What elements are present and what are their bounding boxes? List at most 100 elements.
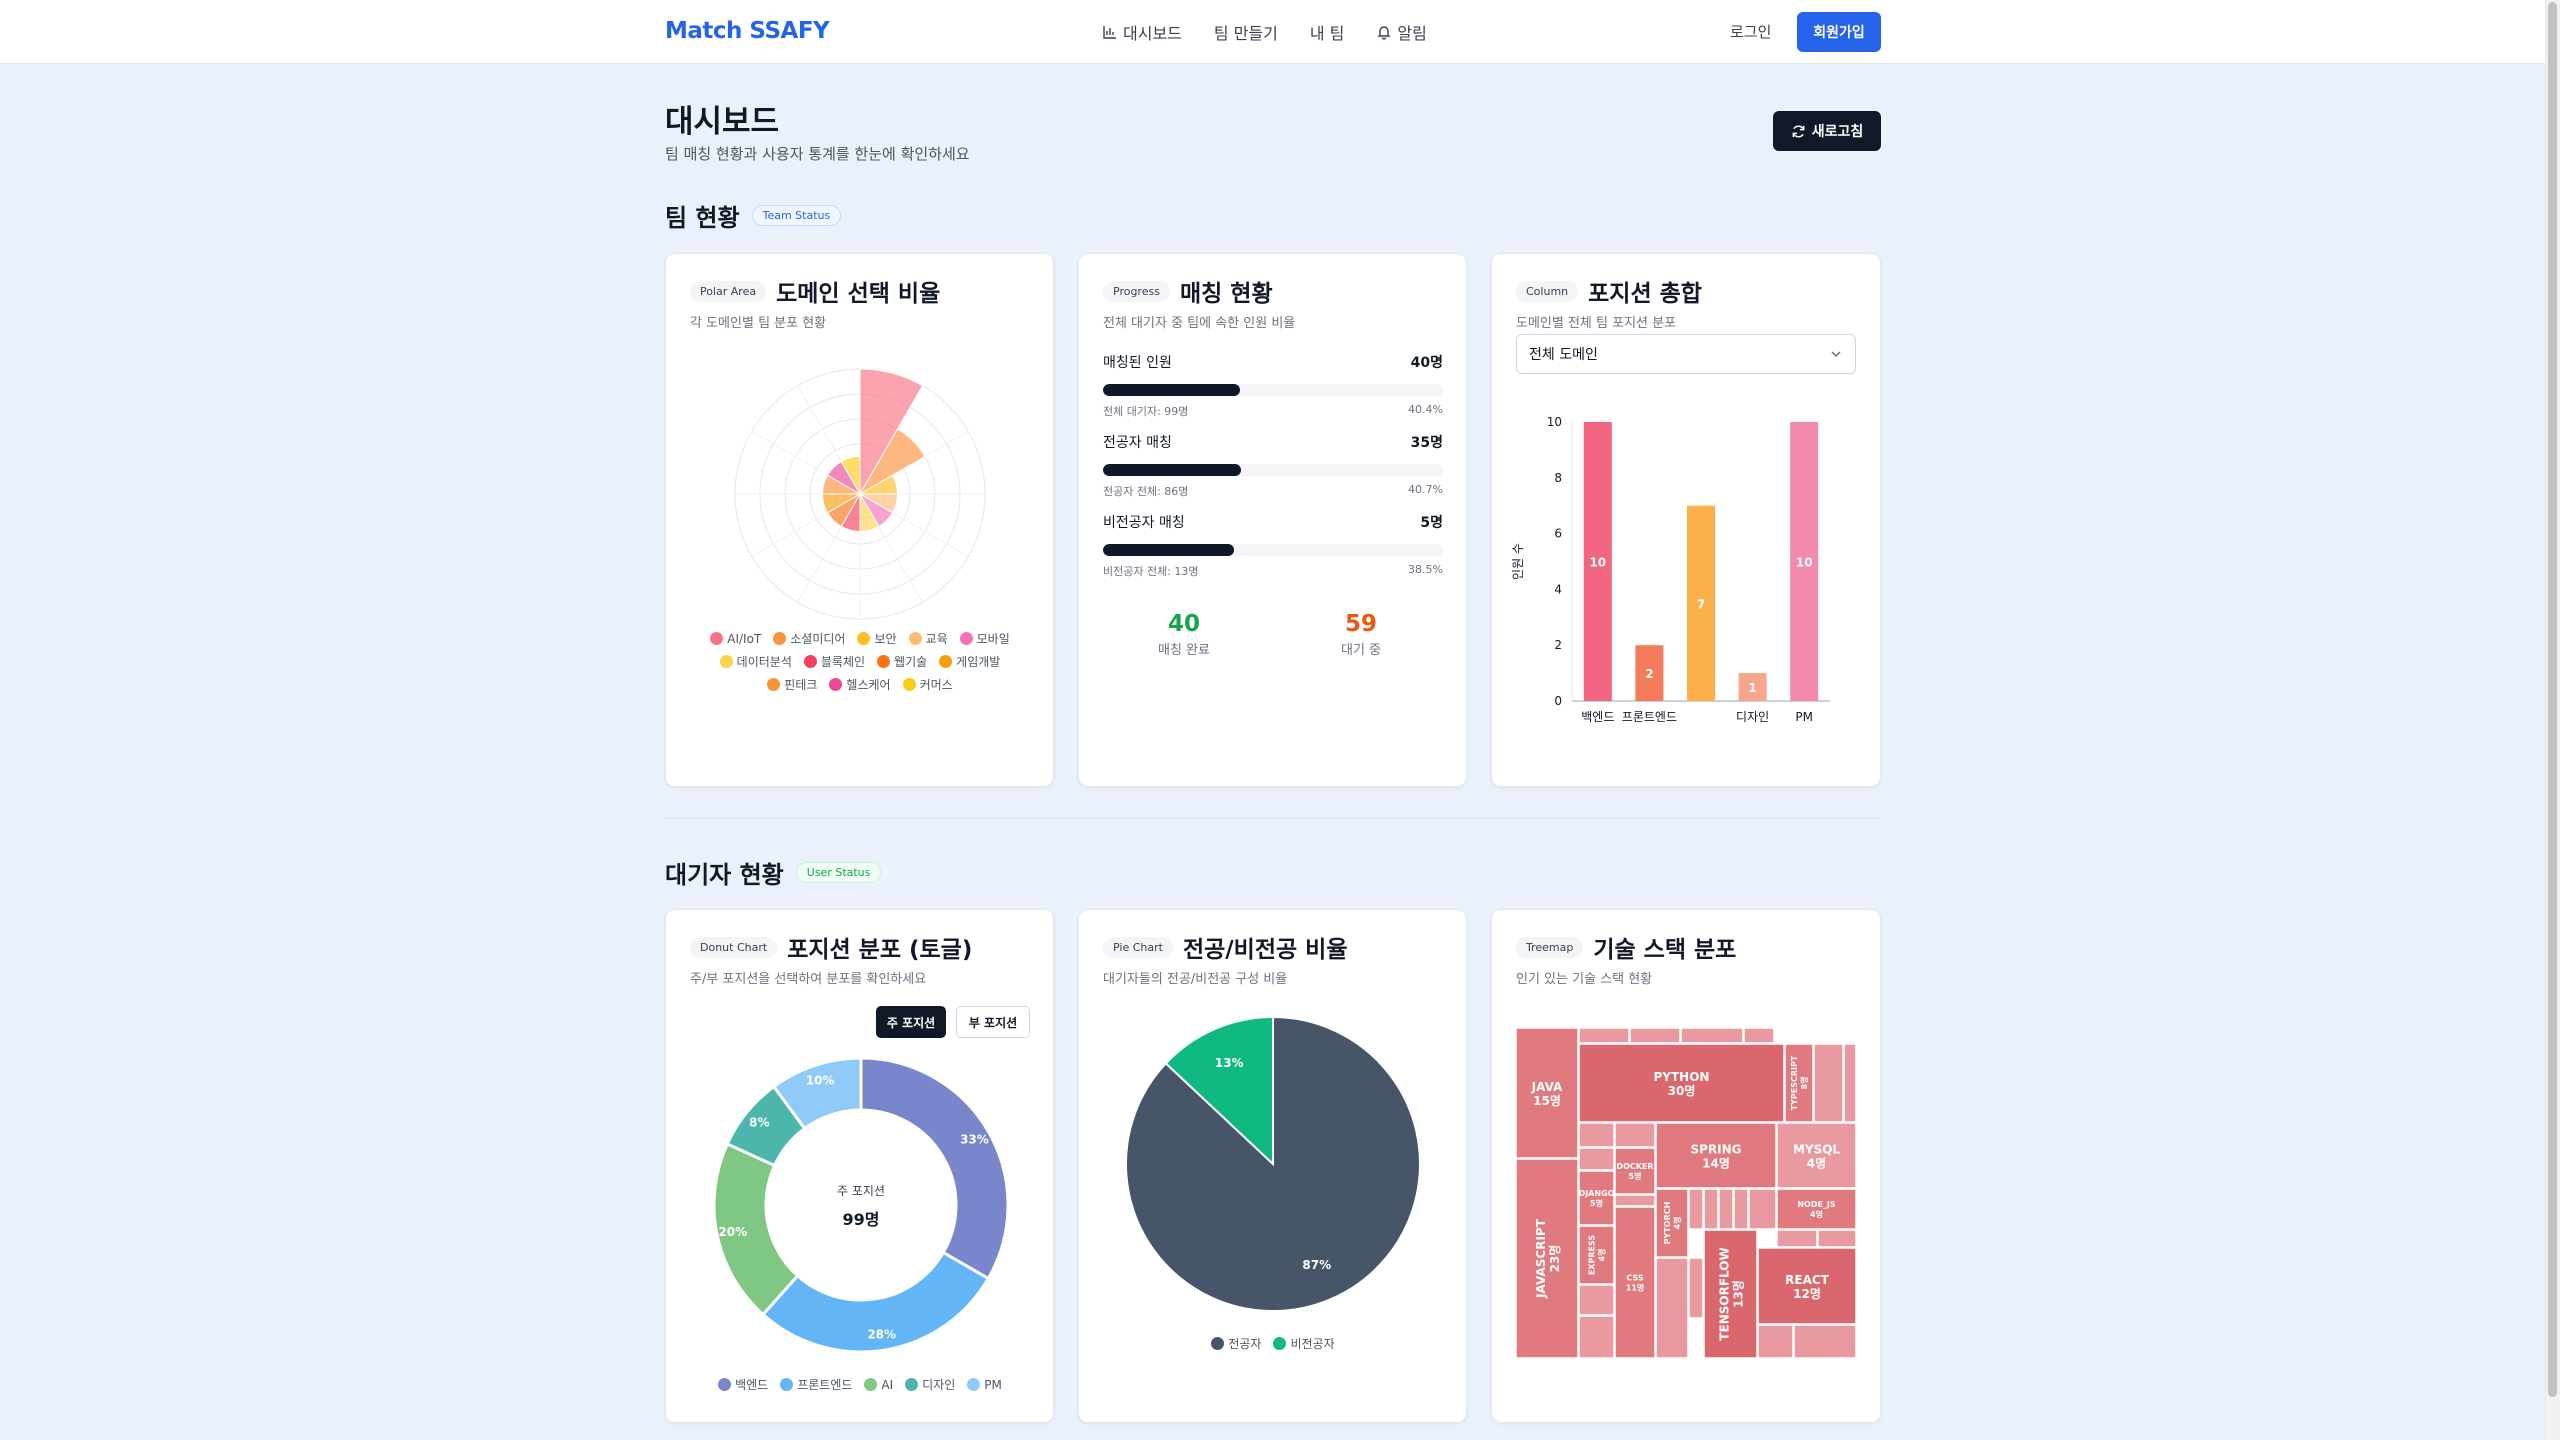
legend-item[interactable]: AI/IoT: [710, 630, 761, 647]
legend-item[interactable]: 백엔드: [718, 1376, 768, 1393]
team-section-title: 팀 현황 Team Status: [665, 198, 842, 233]
treemap-tile: [1614, 1147, 1656, 1195]
card-title: 기술 스택 분포: [1593, 937, 1737, 963]
x-tick-label: 프론트엔드: [1622, 710, 1677, 724]
nav-create-team[interactable]: 팀 만들기: [1214, 20, 1278, 44]
user-section-label: 대기자 현황: [665, 861, 784, 889]
chart-type-tag: Column: [1516, 280, 1579, 302]
progress-detail: 전공자 전체: 86명: [1103, 485, 1189, 498]
legend-label: 프론트엔드: [797, 1378, 853, 1392]
treemap-tile-small: [1655, 1257, 1689, 1358]
pie-percent-label: 87%: [1302, 1258, 1331, 1272]
secondary-position-toggle[interactable]: 부 포지션: [956, 1006, 1030, 1038]
primary-position-toggle[interactable]: 주 포지션: [876, 1006, 946, 1038]
legend-swatch: [967, 1378, 981, 1391]
legend-label: 디자인: [922, 1378, 956, 1392]
legend-item[interactable]: 데이터분석: [719, 653, 792, 670]
legend-item[interactable]: 보안: [857, 630, 897, 647]
legend-label: AI: [881, 1377, 894, 1392]
legend-swatch: [857, 632, 871, 645]
legend-item[interactable]: 웹기술: [877, 653, 927, 670]
legend-item[interactable]: 교육: [908, 630, 948, 647]
legend-swatch: [718, 1378, 732, 1391]
progress-row-major: 전공자 매칭 35명 전공자 전체: 86명 40.7%: [1103, 432, 1443, 499]
legend-label: 모바일: [976, 632, 1010, 646]
legend-item[interactable]: PM: [967, 1376, 1002, 1393]
legend-item[interactable]: AI: [864, 1376, 893, 1393]
progress-fill: [1103, 544, 1234, 556]
major-pie-chart: 87% 13%: [1125, 1015, 1421, 1312]
legend-item[interactable]: 모바일: [959, 630, 1010, 647]
y-tick-label: 4: [1554, 582, 1562, 596]
legend-swatch: [710, 632, 724, 645]
legend-label: 헬스케어: [846, 678, 891, 692]
card-header: Donut Chart 포지션 분포 (토글): [690, 930, 972, 964]
user-status-badge: User Status: [795, 862, 882, 883]
nav-notifications-label: 알림: [1397, 24, 1427, 43]
progress-fill: [1103, 464, 1242, 476]
treemap-value: 11명: [1626, 1283, 1645, 1293]
treemap-tile-small: [1680, 1028, 1744, 1044]
domain-select[interactable]: 전체 도메인: [1516, 334, 1856, 374]
progress-value: 40명: [1410, 355, 1443, 371]
treemap-value: 5명: [1590, 1198, 1603, 1208]
nav-notifications[interactable]: 알림: [1376, 20, 1427, 44]
legend-item[interactable]: 핀테크: [767, 676, 817, 693]
refresh-label: 새로고침: [1811, 124, 1864, 140]
treemap-name: EXPRESS: [1588, 1235, 1597, 1276]
progress-row-nonmajor: 비전공자 매칭 5명 비전공자 전체: 13명 38.5%: [1103, 512, 1443, 579]
y-tick-label: 10: [1547, 415, 1562, 429]
polar-area-chart: [734, 368, 986, 620]
x-tick-label: 디자인: [1736, 710, 1769, 724]
legend-swatch: [719, 655, 733, 668]
legend-item[interactable]: 프론트엔드: [780, 1376, 852, 1393]
legend-item[interactable]: 헬스케어: [829, 676, 891, 693]
treemap-tile-small: [1817, 1229, 1856, 1248]
section-divider: [665, 818, 1881, 819]
legend-item[interactable]: 블록체인: [803, 653, 865, 670]
donut-percent-label: 20%: [718, 1225, 747, 1239]
y-axis-title: 인원 수: [1511, 543, 1525, 580]
legend-item[interactable]: 디자인: [905, 1376, 955, 1393]
progress-label: 전공자 매칭: [1103, 435, 1172, 451]
treemap-tile: [1614, 1206, 1656, 1358]
login-link[interactable]: 로그인: [1730, 21, 1771, 42]
chart-type-tag: Progress: [1103, 280, 1170, 302]
bar-value-label: 2: [1645, 667, 1653, 681]
signup-button[interactable]: 회원가입: [1797, 12, 1881, 52]
treemap-tile: [1655, 1188, 1689, 1258]
legend-label: 백엔드: [735, 1378, 769, 1392]
legend-item[interactable]: 비전공자: [1273, 1335, 1335, 1352]
chevron-down-icon: [1831, 351, 1841, 358]
treemap-tile: [1578, 1170, 1615, 1226]
treemap-name: SPRING: [1690, 1143, 1741, 1157]
scrollbar-thumb[interactable]: [2548, 2, 2557, 1397]
legend-item[interactable]: 전공자: [1211, 1335, 1261, 1352]
page-subtitle: 팀 매칭 현황과 사용자 통계를 한눈에 확인하세요: [665, 145, 970, 163]
card-title: 전공/비전공 비율: [1182, 937, 1348, 963]
bar-value-label: 7: [1697, 597, 1705, 611]
position-donut-chart: 33% 28% 20% 8% 10% 주 포지션 99명: [712, 1056, 1010, 1354]
position-column-chart: 0 2 4 6 8 10 인원 수 10 백엔드 2 프론트엔드 7 1 디자인 10 PM: [1511, 415, 1830, 724]
treemap-tile-small: [1578, 1122, 1615, 1148]
legend-swatch: [959, 632, 973, 645]
nav-my-team[interactable]: 내 팀: [1310, 20, 1345, 44]
legend-item[interactable]: 커머스: [902, 676, 953, 693]
nav-dashboard[interactable]: 대시보드: [1102, 20, 1182, 44]
nav-dashboard-label: 대시보드: [1123, 24, 1182, 43]
treemap-value: 4명: [1597, 1249, 1607, 1262]
domain-ratio-card: Polar Area 도메인 선택 비율 각 도메인별 팀 분포 현황 AI/I…: [665, 253, 1054, 787]
bell-icon: [1377, 26, 1392, 40]
treemap-tile-small: [1776, 1229, 1818, 1248]
legend-label: AI/IoT: [727, 631, 762, 646]
treemap-tile-small: [1718, 1188, 1734, 1230]
card-header: Progress 매칭 현황: [1103, 274, 1273, 308]
brand-logo[interactable]: Match SSAFY: [665, 18, 830, 44]
card-subtitle: 각 도메인별 팀 분포 현황: [690, 316, 827, 331]
treemap-value: 4명: [1810, 1209, 1823, 1219]
legend-item[interactable]: 게임개발: [939, 653, 1000, 670]
legend-item[interactable]: 소셜미디어: [773, 630, 845, 647]
treemap-name: DJANGO: [1579, 1189, 1615, 1198]
card-title: 포지션 총합: [1588, 281, 1702, 307]
refresh-button[interactable]: 새로고침: [1773, 111, 1881, 151]
